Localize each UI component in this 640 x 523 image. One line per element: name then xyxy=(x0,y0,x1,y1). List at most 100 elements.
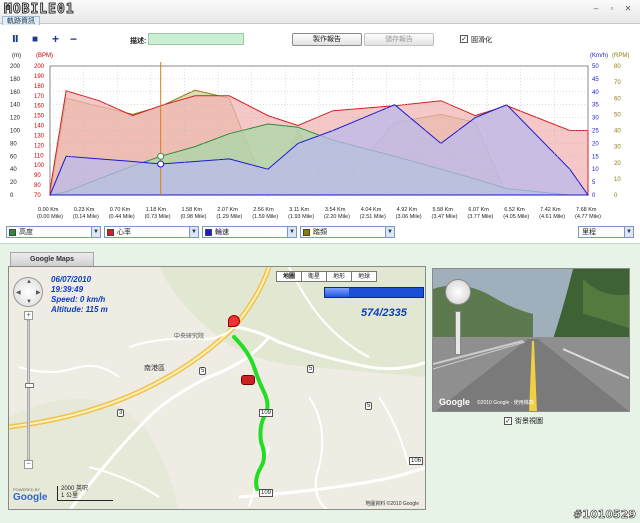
street-view-label: 街景視圖 xyxy=(515,418,543,425)
google-logo: POWERED BY Google xyxy=(13,487,47,503)
tick-x-km: 6.52 Km xyxy=(504,207,525,213)
map-type-satellite[interactable]: 衛星 xyxy=(301,271,328,282)
map-panel: Google Maps 中央研究院 南港區 109 5 3 5 5 109 10… xyxy=(0,244,640,523)
map-zoom-out-button[interactable]: − xyxy=(24,460,33,469)
tick-x-mile: (3.77 Mile) xyxy=(467,214,493,220)
playback-progress-bar[interactable] xyxy=(324,287,424,298)
legend-label: 高度 xyxy=(19,229,33,236)
tick-left-bpm: 90 xyxy=(34,173,41,179)
street-view[interactable]: Google ©2010 Google · 使用條款 xyxy=(432,268,630,412)
street-google-logo: Google xyxy=(439,397,470,407)
pan-right-icon[interactable]: ▶ xyxy=(36,289,41,296)
legend-swatch-icon xyxy=(107,228,114,236)
tick-right-rpm: 80 xyxy=(614,64,621,70)
legend-dropdown-wheel-speed[interactable]: 輪速 ▼ xyxy=(202,226,297,238)
playback-counter: 574/2335 xyxy=(361,307,407,319)
tick-x-mile: (1.29 Mile) xyxy=(216,214,242,220)
scale-top: 2000 英呎 xyxy=(61,486,89,492)
bike-position-icon[interactable] xyxy=(241,375,255,385)
street-zoom-slider[interactable] xyxy=(455,311,461,355)
tick-left-bpm: 110 xyxy=(34,153,44,159)
tick-x-km: 4.92 Km xyxy=(397,207,418,213)
map-type-switch: 地圖 衛星 地形 地球 xyxy=(276,271,378,282)
unit-kmh: (Km/h) xyxy=(590,53,608,59)
tick-x-mile: (1.59 Mile) xyxy=(252,214,278,220)
map-type-earth[interactable]: 地球 xyxy=(351,271,378,282)
legend-dropdown-heart-rate[interactable]: 心率 ▼ xyxy=(104,226,199,238)
tick-right-rpm: 20 xyxy=(614,161,621,167)
tick-right-rpm: 30 xyxy=(614,145,621,151)
tick-right-kmh: 20 xyxy=(592,141,599,147)
legend-swatch-icon xyxy=(205,228,212,236)
tick-right-rpm: 10 xyxy=(614,177,621,183)
pan-down-icon[interactable]: ▼ xyxy=(26,299,32,305)
map-zoom-control: + − xyxy=(24,311,34,469)
map-zoom-handle[interactable] xyxy=(25,383,34,388)
tick-right-kmh: 30 xyxy=(592,116,599,122)
tick-right-rpm: 60 xyxy=(614,96,621,102)
tick-x-mile: (1.93 Mile) xyxy=(288,214,314,220)
pan-left-icon[interactable]: ◀ xyxy=(16,289,21,296)
map-scale: 2000 英呎 1 公里 xyxy=(57,486,113,501)
tick-x-km: 2.56 Km xyxy=(253,207,274,213)
tick-x-km: 3.11 Km xyxy=(289,207,309,213)
tick-right-rpm: 0 xyxy=(614,193,618,199)
map-zoom-slider[interactable] xyxy=(25,320,34,460)
legend-label: 踏頻 xyxy=(313,229,327,236)
map-place-label: 中央研究院 xyxy=(174,334,205,340)
chevron-down-icon[interactable]: ▼ xyxy=(91,227,100,237)
tick-left-bpm: 160 xyxy=(34,104,45,110)
map-type-terrain[interactable]: 地形 xyxy=(326,271,353,282)
track-chart[interactable]: (m) (BPM) (Km/h) (RPM) 20018016014012010080… xyxy=(0,40,640,225)
map-place-label: 南港區 xyxy=(144,365,165,372)
tick-x-km: 4.04 Km xyxy=(361,207,382,213)
maximize-button[interactable]: ▫ xyxy=(606,4,618,14)
street-pan-control[interactable] xyxy=(445,279,471,305)
tick-left-bpm: 100 xyxy=(34,163,45,169)
road-shield: 5 xyxy=(307,365,315,373)
tab-track-info[interactable]: 軌跡資訊 xyxy=(2,16,40,25)
legend-dropdown-cadence[interactable]: 踏頻 ▼ xyxy=(300,226,395,238)
app-logo: MOBILE01 xyxy=(4,2,75,18)
tick-left-bpm: 200 xyxy=(34,64,45,70)
tick-x-mile: (2.51 Mile) xyxy=(360,214,386,220)
chevron-down-icon[interactable]: ▼ xyxy=(624,227,633,237)
tick-x-mile: (4.77 Mile) xyxy=(575,214,601,220)
tick-left-m: 160 xyxy=(10,90,21,96)
tick-x-mile: (0.44 Mile) xyxy=(109,214,135,220)
legend-label: 輪速 xyxy=(215,229,229,236)
close-button[interactable]: ✕ xyxy=(622,4,634,14)
chevron-down-icon[interactable]: ▼ xyxy=(287,227,296,237)
start-marker-icon[interactable] xyxy=(228,315,240,327)
tick-x-mile: (0.00 Mile) xyxy=(37,214,63,220)
legend-dropdown-altitude[interactable]: 高度 ▼ xyxy=(6,226,101,238)
tick-x-km: 0.70 Km xyxy=(110,207,131,213)
tick-left-bpm: 140 xyxy=(34,124,45,130)
tick-x-km: 0.23 Km xyxy=(74,207,95,213)
tick-left-bpm: 180 xyxy=(34,84,45,90)
road-shield: 3 xyxy=(117,409,125,417)
tick-left-m: 80 xyxy=(10,141,17,147)
xaxis-select[interactable]: 里程 ▼ xyxy=(578,226,634,238)
tick-x-km: 1.18 Km xyxy=(146,207,167,213)
street-copyright: ©2010 Google · 使用條款 xyxy=(477,400,534,406)
chevron-down-icon[interactable]: ▼ xyxy=(189,227,198,237)
tick-x-mile: (4.05 Mile) xyxy=(503,214,529,220)
tab-google-maps[interactable]: Google Maps xyxy=(10,252,94,266)
map-type-map[interactable]: 地圖 xyxy=(276,271,303,282)
map-zoom-in-button[interactable]: + xyxy=(24,311,33,320)
tick-left-m: 20 xyxy=(10,180,17,186)
pan-up-icon[interactable]: ▲ xyxy=(26,279,32,285)
tick-left-bpm: 80 xyxy=(34,183,41,189)
map-pan-control[interactable]: ▲ ▼ ◀ ▶ xyxy=(13,277,43,307)
google-map[interactable]: 中央研究院 南港區 109 5 3 5 5 109 106 06/07/2010… xyxy=(8,266,426,510)
chevron-down-icon[interactable]: ▼ xyxy=(385,227,394,237)
street-view-checkbox[interactable]: ✓ xyxy=(504,417,512,425)
tick-x-mile: (2.20 Mile) xyxy=(324,214,350,220)
minimize-button[interactable]: – xyxy=(590,4,602,14)
unit-m: (m) xyxy=(12,53,21,59)
xaxis-select-value: 里程 xyxy=(582,229,596,236)
google-wordmark: Google xyxy=(13,492,48,503)
window-controls: – ▫ ✕ xyxy=(590,4,634,14)
tick-right-kmh: 25 xyxy=(592,129,599,135)
